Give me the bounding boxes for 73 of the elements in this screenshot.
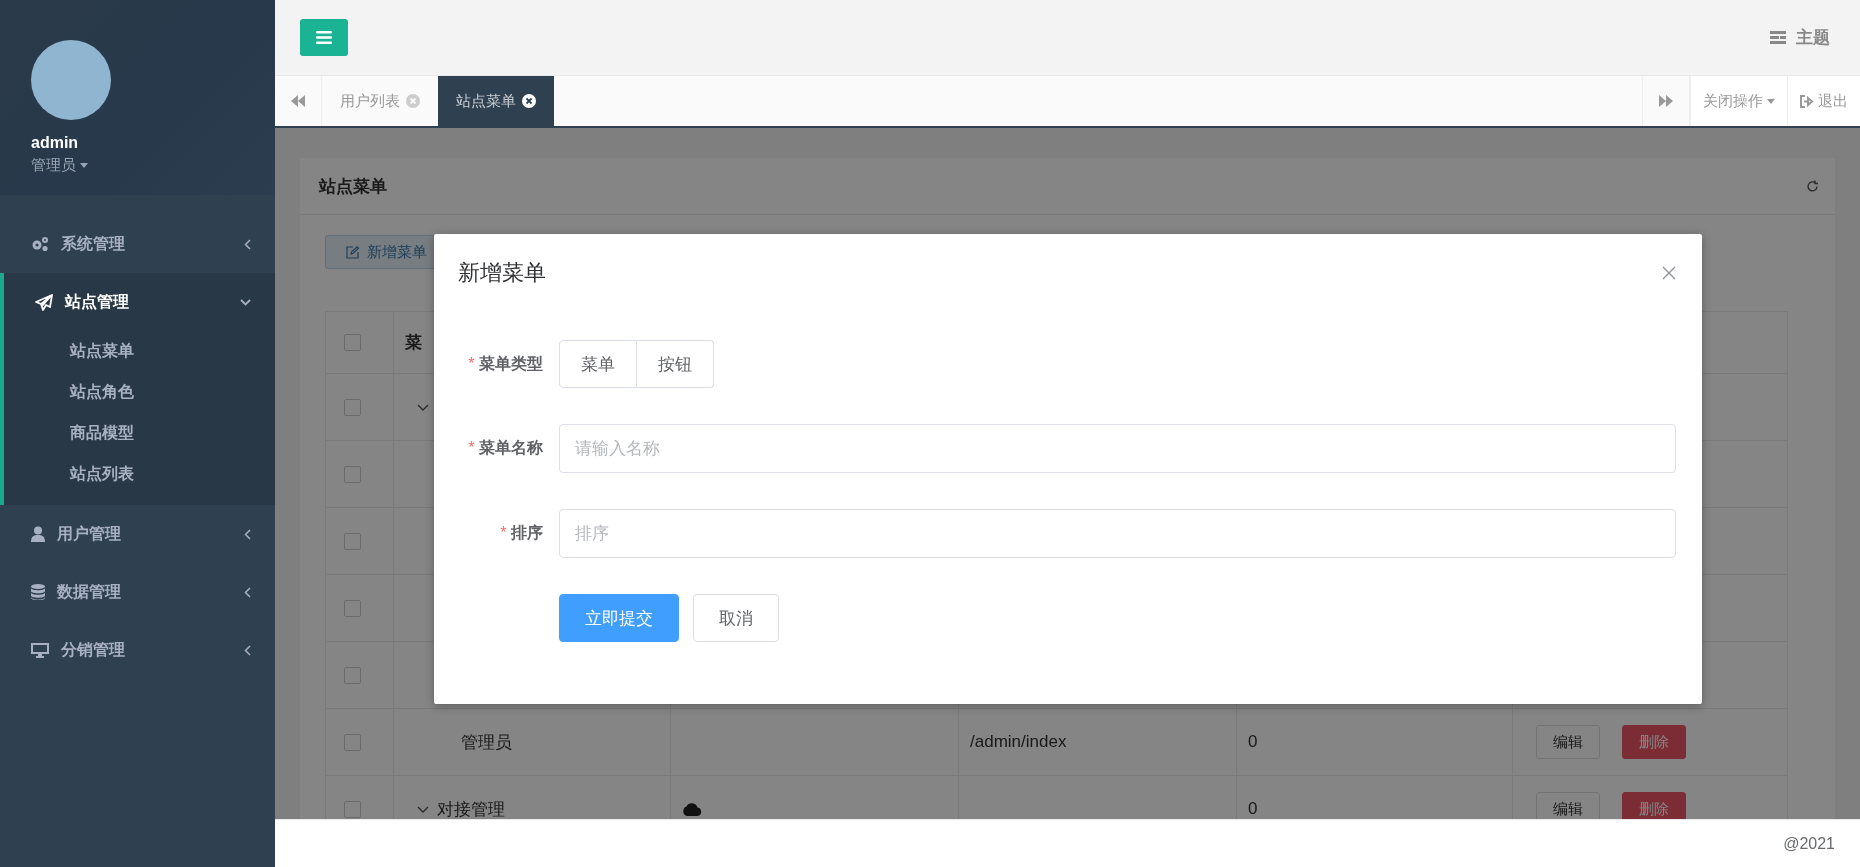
menu-item[interactable]: 分销管理 [0, 621, 275, 679]
menu-item[interactable]: 站点管理 [4, 273, 275, 331]
menu-item[interactable]: 用户管理 [0, 505, 275, 563]
chevron-down-icon [417, 805, 429, 813]
double-left-icon [291, 95, 305, 107]
menu-item[interactable]: 数据管理 [0, 563, 275, 621]
required-asterisk: * [500, 524, 507, 541]
cloud-icon [682, 802, 702, 816]
table-cell: /admin/index [970, 732, 1067, 752]
gears-icon [31, 236, 49, 252]
tab[interactable]: 站点菜单 [438, 76, 554, 126]
edit-icon [346, 245, 359, 259]
chevron-left-icon [244, 238, 251, 250]
column-header: 菜 [405, 332, 422, 354]
double-right-icon [1659, 95, 1673, 107]
chevron-left-icon [244, 528, 251, 540]
database-icon [31, 584, 45, 600]
desktop-icon [31, 642, 49, 658]
role-dropdown[interactable]: 管理员 [31, 156, 88, 175]
menu-icon [316, 31, 332, 44]
chevron-left-icon [244, 644, 251, 656]
checkbox[interactable] [344, 398, 361, 416]
scroll-right-button[interactable] [1642, 76, 1690, 126]
checkbox[interactable] [344, 599, 361, 617]
tab[interactable]: 用户列表 [322, 76, 438, 126]
panel-title: 站点菜单 [319, 175, 387, 198]
checkbox[interactable] [344, 532, 361, 550]
list-icon [1770, 31, 1786, 44]
table-cell: 0 [1248, 732, 1258, 752]
submenu-item[interactable]: 站点菜单 [70, 341, 134, 362]
submit-button[interactable]: 立即提交 [558, 594, 679, 642]
submenu-item[interactable]: 站点角色 [70, 382, 134, 403]
menu-item[interactable]: 系统管理 [0, 215, 275, 273]
chevron-down-icon [240, 298, 251, 306]
logout-button[interactable]: 退出 [1787, 76, 1860, 126]
user-name: admin [31, 134, 79, 152]
edit-button[interactable]: 编辑 [1536, 792, 1600, 819]
checkbox[interactable] [344, 666, 361, 684]
field-label: 菜单类型 [478, 354, 543, 372]
required-asterisk: * [468, 439, 475, 456]
input-field[interactable]: 请输入名称 [558, 424, 1676, 473]
copyright-text: @2021 [1783, 834, 1835, 853]
edit-button[interactable]: 编辑 [1536, 725, 1600, 759]
table-cell-text: 对接管理 [437, 798, 505, 819]
sign-out-icon [1800, 94, 1814, 108]
submenu-item[interactable]: 商品模型 [70, 423, 134, 444]
field-label: 菜单名称 [478, 439, 543, 456]
close-circle-icon [406, 94, 420, 108]
type-option[interactable]: 菜单 [558, 340, 637, 388]
type-option[interactable]: 按钮 [636, 340, 714, 388]
chevron-left-icon [244, 586, 251, 598]
cancel-button[interactable]: 取消 [692, 594, 779, 642]
submenu-item[interactable]: 站点列表 [70, 464, 134, 485]
user-icon [31, 526, 45, 542]
delete-button[interactable]: 删除 [1622, 725, 1686, 759]
required-asterisk: * [468, 354, 475, 372]
checkbox[interactable] [344, 733, 361, 751]
chevron-down-icon [417, 403, 429, 411]
modal-title: 新增菜单 [457, 259, 546, 287]
checkbox[interactable] [344, 334, 361, 351]
table-cell: 0 [1248, 799, 1258, 819]
checkbox[interactable] [344, 465, 361, 483]
close-tabs-dropdown[interactable]: 关闭操作 [1690, 76, 1787, 126]
theme-button[interactable]: 主题 [1770, 26, 1830, 49]
field-label: 排序 [510, 524, 543, 541]
delete-button[interactable]: 删除 [1622, 792, 1686, 819]
input-field[interactable]: 排序 [558, 509, 1676, 558]
paper-plane-icon [35, 293, 53, 311]
checkbox[interactable] [344, 800, 361, 818]
table-cell-text: 管理员 [461, 731, 512, 754]
refresh-icon [1806, 179, 1819, 193]
menu-toggle-button[interactable] [300, 19, 348, 56]
close-circle-icon [522, 94, 536, 108]
